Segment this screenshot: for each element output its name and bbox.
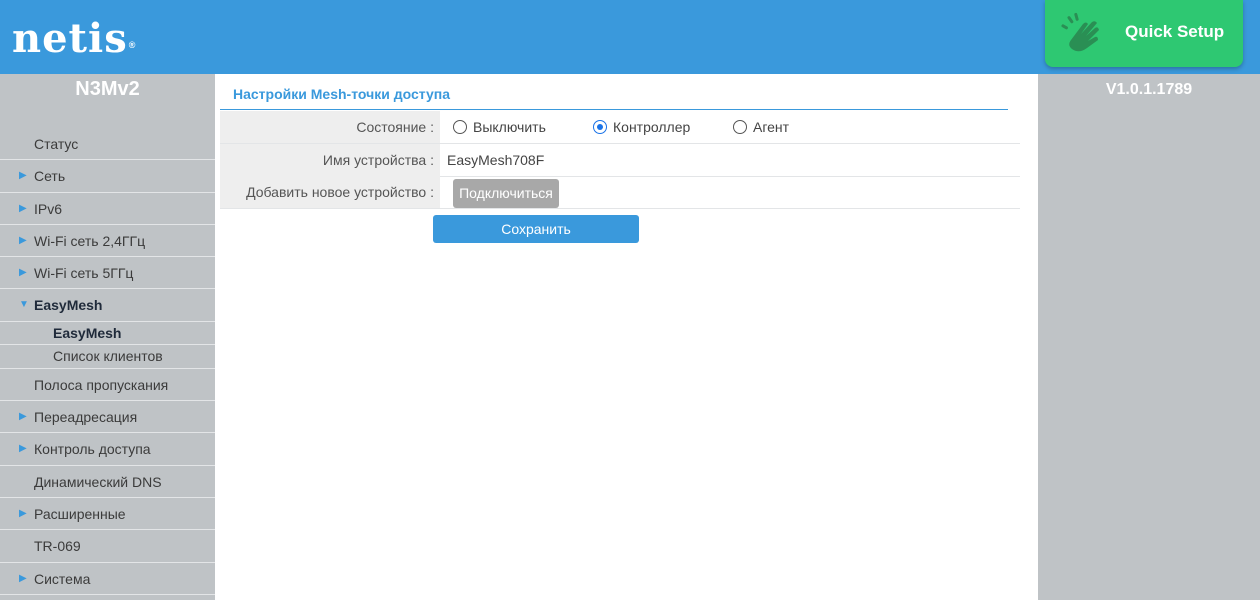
sidebar-item-ddns[interactable]: Динамический DNS	[0, 466, 215, 498]
device-name-row: Имя устройства : EasyMesh708F	[220, 144, 1020, 177]
sidebar-item-label: EasyMesh	[34, 297, 103, 314]
sidebar-item-status[interactable]: Статус	[0, 128, 215, 161]
add-device-row: Добавить новое устройство : Подключиться	[220, 176, 1020, 209]
sidebar-item-label: Переадресация	[34, 409, 138, 426]
main-content: Настройки Mesh-точки доступа Состояние :…	[215, 74, 1038, 600]
sidebar-item-bandwidth[interactable]: Полоса пропускания	[0, 369, 215, 402]
logo-text: netis	[12, 15, 128, 62]
device-name-label: Имя устройства :	[220, 144, 440, 176]
expand-arrow-icon: ▶	[19, 170, 27, 182]
radio-circle	[453, 120, 467, 134]
sidebar-item-forwarding[interactable]: ▶ Переадресация	[0, 401, 215, 434]
hand-wave-icon	[1061, 12, 1099, 52]
radio-label: Контроллер	[613, 119, 691, 135]
sidebar-menu: Статус ▶ Сеть ▶ IPv6 ▶ Wi-Fi сеть 2,4ГГц ▶ W…	[0, 128, 215, 595]
sidebar-item-label: Статус	[34, 136, 79, 152]
sidebar-item-label: Контроль доступа	[34, 441, 151, 458]
expand-arrow-icon: ▶	[19, 507, 27, 519]
radio-circle	[733, 120, 747, 134]
expand-arrow-icon: ▶	[19, 443, 27, 455]
radio-label: Агент	[753, 119, 790, 135]
radio-label: Выключить	[473, 119, 546, 135]
sidebar-item-label: IPv6	[34, 200, 63, 217]
title-divider	[220, 109, 1008, 110]
section-title: Настройки Mesh-точки доступа	[233, 86, 450, 102]
model-name: N3Mv2	[75, 78, 140, 100]
collapse-arrow-icon: ▼	[19, 299, 29, 311]
state-label: Состояние :	[220, 111, 440, 143]
sidebar-item-label: Сеть	[34, 168, 66, 185]
save-button[interactable]: Сохранить	[433, 215, 639, 243]
sidebar-item-wifi-24[interactable]: ▶ Wi-Fi сеть 2,4ГГц	[0, 225, 215, 258]
sidebar-item-tr069[interactable]: TR-069	[0, 530, 215, 563]
sidebar-item-label: Wi-Fi сеть 5ГГц	[34, 265, 134, 282]
quick-setup-button[interactable]: Quick Setup	[1045, 0, 1243, 67]
sidebar: N3Mv2 Статус ▶ Сеть ▶ IPv6 ▶ Wi-Fi сеть 2,4…	[0, 74, 215, 600]
expand-arrow-icon: ▶	[19, 202, 27, 214]
sidebar-item-advanced[interactable]: ▶ Расширенные	[0, 498, 215, 531]
quick-setup-label: Quick Setup	[1125, 22, 1225, 41]
sidebar-item-wifi-5[interactable]: ▶ Wi-Fi сеть 5ГГц	[0, 257, 215, 290]
sidebar-item-label: Динамический DNS	[34, 473, 162, 490]
logo-registered-mark: ®	[128, 40, 137, 50]
sidebar-item-access-control[interactable]: ▶ Контроль доступа	[0, 433, 215, 466]
sidebar-item-label: Wi-Fi сеть 2,4ГГц	[34, 232, 146, 249]
sidebar-item-easymesh[interactable]: ▼ EasyMesh	[0, 289, 215, 322]
state-row: Состояние : Выключить Контроллер Агент	[220, 111, 1020, 144]
expand-arrow-icon: ▶	[19, 411, 27, 423]
expand-arrow-icon: ▶	[19, 267, 27, 279]
right-panel: V1.0.1.1789	[1038, 74, 1260, 600]
sidebar-item-network[interactable]: ▶ Сеть	[0, 160, 215, 193]
sidebar-item-system[interactable]: ▶ Система	[0, 563, 215, 595]
header-bar: netis® Quick Setup	[0, 0, 1260, 74]
device-name-value: EasyMesh708F	[447, 152, 545, 168]
sidebar-item-label: Полоса пропускания	[34, 376, 169, 393]
connect-button[interactable]: Подключиться	[453, 179, 559, 208]
sidebar-subitem-easymesh[interactable]: EasyMesh	[0, 322, 215, 346]
firmware-version: V1.0.1.1789	[1105, 81, 1193, 98]
sidebar-item-label: Расширенные	[34, 505, 126, 522]
expand-arrow-icon: ▶	[19, 572, 27, 584]
sidebar-item-ipv6[interactable]: ▶ IPv6	[0, 193, 215, 225]
sidebar-subitem-client-list[interactable]: Список клиентов	[0, 345, 215, 369]
add-device-label: Добавить новое устройство :	[220, 176, 440, 208]
sidebar-item-label: Система	[34, 570, 91, 587]
sidebar-item-label: TR-069	[34, 538, 81, 555]
netis-logo: netis®	[12, 16, 135, 62]
expand-arrow-icon: ▶	[19, 234, 27, 246]
radio-circle	[593, 120, 607, 134]
